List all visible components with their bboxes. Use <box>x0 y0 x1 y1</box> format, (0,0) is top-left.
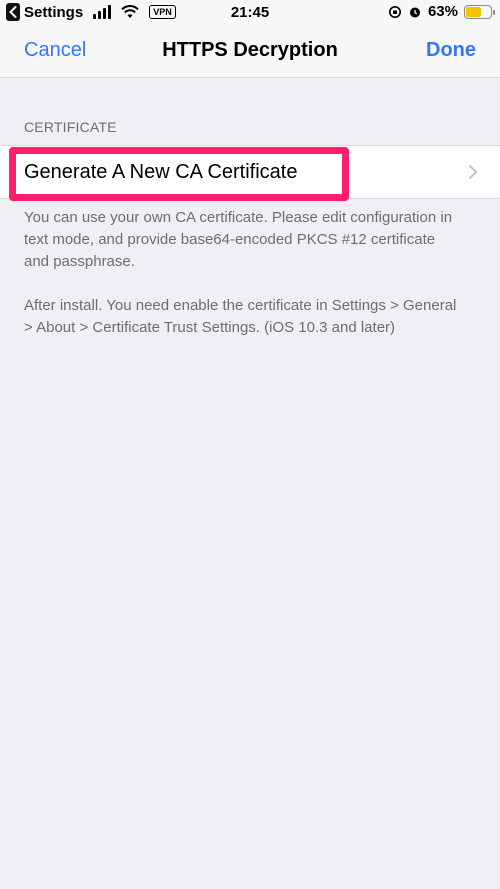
battery-percent: 63% <box>427 3 458 20</box>
done-button[interactable]: Done <box>426 39 476 62</box>
wifi-icon <box>121 5 139 18</box>
generate-ca-certificate-label: Generate A New CA Certificate <box>24 161 298 183</box>
battery-icon <box>464 4 495 19</box>
battery-level <box>466 6 482 17</box>
section-footer: You can use your own CA certificate. Ple… <box>24 207 464 339</box>
orientation-lock-icon <box>388 5 401 18</box>
cellular-signal-icon <box>93 5 112 19</box>
chevron-left-icon <box>9 6 17 18</box>
section-header-certificate: CERTIFICATE <box>24 119 117 135</box>
status-bar-right: 63% <box>388 3 495 20</box>
chevron-right-icon <box>469 165 477 179</box>
back-app-label[interactable]: Settings <box>24 4 83 21</box>
status-bar: Settings VPN 21:45 63% <box>0 0 500 26</box>
cancel-button[interactable]: Cancel <box>24 39 86 62</box>
back-to-app-button[interactable] <box>6 3 20 21</box>
status-bar-left: Settings VPN <box>6 3 176 21</box>
navigation-bar: Cancel HTTPS Decryption Done <box>0 26 500 78</box>
vpn-badge: VPN <box>149 5 176 19</box>
footer-text-custom-ca: You can use your own CA certificate. Ple… <box>24 209 453 270</box>
alarm-icon <box>409 7 420 17</box>
generate-ca-certificate-cell[interactable]: Generate A New CA Certificate <box>0 145 500 201</box>
footer-text-trust-settings: After install. You need enable the certi… <box>24 297 457 336</box>
